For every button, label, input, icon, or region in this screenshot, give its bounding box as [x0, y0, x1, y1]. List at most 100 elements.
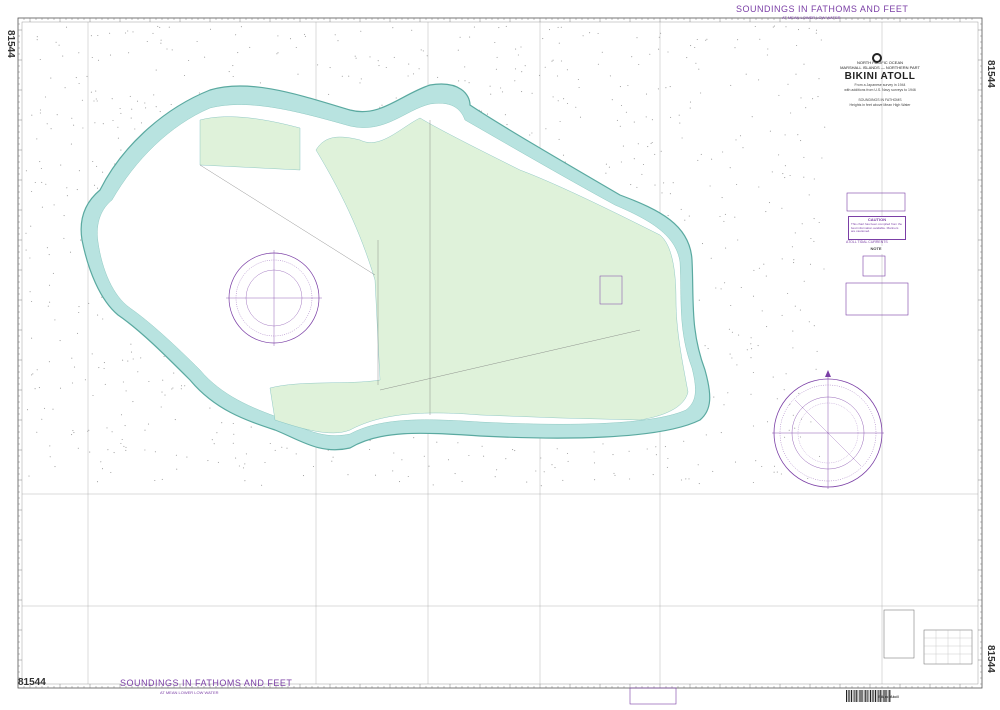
sounding-dot [680, 479, 683, 481]
sounding-dot [729, 353, 731, 355]
sounding-dot [768, 202, 771, 204]
sounding-dot [701, 243, 704, 245]
sounding-dot [32, 373, 34, 375]
sounding-dot [531, 132, 533, 134]
warning-text: ATOLL TIDAL CURRENTS [846, 240, 888, 244]
sounding-dot [25, 170, 27, 172]
sounding-dot [697, 159, 699, 161]
sounding-dot [813, 218, 815, 220]
sounding-dot [780, 473, 782, 475]
sounding-dot [132, 358, 134, 360]
sounding-dot [773, 471, 775, 473]
sounding-dot [813, 240, 815, 242]
sounding-dot [289, 38, 292, 40]
sounding-dot [612, 454, 614, 456]
sounding-dot [473, 26, 475, 28]
sounding-dot [464, 66, 466, 68]
sounding-dot [757, 345, 759, 347]
sounding-dot [801, 223, 803, 225]
sounding-dot [129, 95, 131, 97]
sounding-dot [685, 478, 687, 480]
sounding-dot [724, 213, 726, 215]
sounding-dot [810, 421, 812, 423]
sounding-dot [157, 25, 159, 27]
title-block: NORTH PACIFIC OCEAN MARSHALL ISLANDS — N… [820, 60, 940, 107]
sounding-dot [746, 349, 748, 351]
sounding-dot [122, 381, 124, 383]
sounding-dot [506, 124, 508, 126]
sounding-dot [772, 376, 774, 378]
caution-outline [846, 192, 906, 212]
sounding-dot [597, 32, 599, 35]
sounding-dot [457, 49, 459, 51]
sounding-dot [45, 183, 47, 185]
caution-box: CAUTION This chart has been compiled fro… [848, 216, 906, 240]
sounding-dot [213, 443, 215, 445]
sounding-dot [627, 84, 629, 87]
sounding-dot [781, 258, 783, 260]
sounding-dot [785, 26, 787, 28]
sounding-dot [50, 77, 52, 79]
barcode-bar [870, 690, 872, 702]
sounding-dot [735, 139, 737, 141]
sounding-dot [264, 461, 266, 464]
sounding-dot [332, 456, 334, 458]
sounding-dot [815, 32, 817, 34]
barcode-bar [852, 690, 854, 702]
sounding-dot [551, 60, 553, 62]
sounding-dot [102, 123, 104, 125]
sounding-dot [78, 170, 80, 172]
sounding-dot [46, 123, 48, 125]
sounding-dot [755, 460, 757, 462]
sounding-dot [727, 392, 729, 394]
sounding-dot [31, 190, 33, 193]
sounding-dot [597, 63, 599, 65]
sounding-dot [559, 120, 561, 123]
sounding-dot [209, 407, 211, 409]
sounding-dot [173, 372, 175, 374]
sounding-dot [715, 287, 717, 289]
sounding-dot [91, 56, 93, 59]
sounding-dot [705, 39, 707, 41]
sounding-dot [531, 92, 533, 94]
sounding-dot [82, 127, 84, 129]
sounding-dot [259, 82, 261, 84]
sounding-dot [636, 186, 638, 188]
sounding-dot [629, 478, 631, 480]
sounding-dot [31, 374, 33, 376]
soundings-title-bottom: SOUNDINGS IN FATHOMS AND FEET [120, 678, 293, 688]
sounding-dot [667, 215, 669, 217]
sounding-dot [183, 74, 186, 77]
sounding-dot [505, 458, 507, 460]
sounding-dot [80, 239, 82, 241]
sounding-dot [797, 134, 799, 136]
sounding-dot [785, 373, 787, 375]
sounding-dot [766, 326, 768, 328]
sounding-dot [153, 94, 155, 96]
shoal-area-west [199, 116, 301, 171]
sounding-dot [125, 390, 127, 392]
sounding-dot [123, 445, 125, 447]
sounding-dot [87, 430, 89, 432]
sounding-dot [709, 185, 711, 187]
sounding-dot [276, 53, 278, 55]
sounding-dot [797, 29, 800, 31]
sounding-dot [524, 65, 526, 67]
sounding-dot [781, 314, 783, 316]
sounding-dot [724, 282, 726, 284]
sounding-dot [385, 66, 387, 69]
bottom-info: Bikini Atoll [878, 694, 899, 699]
sounding-dot [567, 460, 569, 462]
sounding-dot [660, 32, 662, 34]
sounding-dot [496, 469, 498, 471]
sounding-dot [120, 149, 122, 151]
sounding-dot [728, 328, 730, 330]
sounding-dot [354, 55, 356, 57]
sounding-dot [250, 426, 252, 428]
sounding-dot [180, 388, 182, 390]
sounding-dot [545, 128, 547, 130]
sounding-dot [407, 75, 409, 77]
sounding-dot [78, 52, 80, 54]
sounding-dot [813, 178, 815, 180]
sounding-dot [48, 284, 51, 286]
